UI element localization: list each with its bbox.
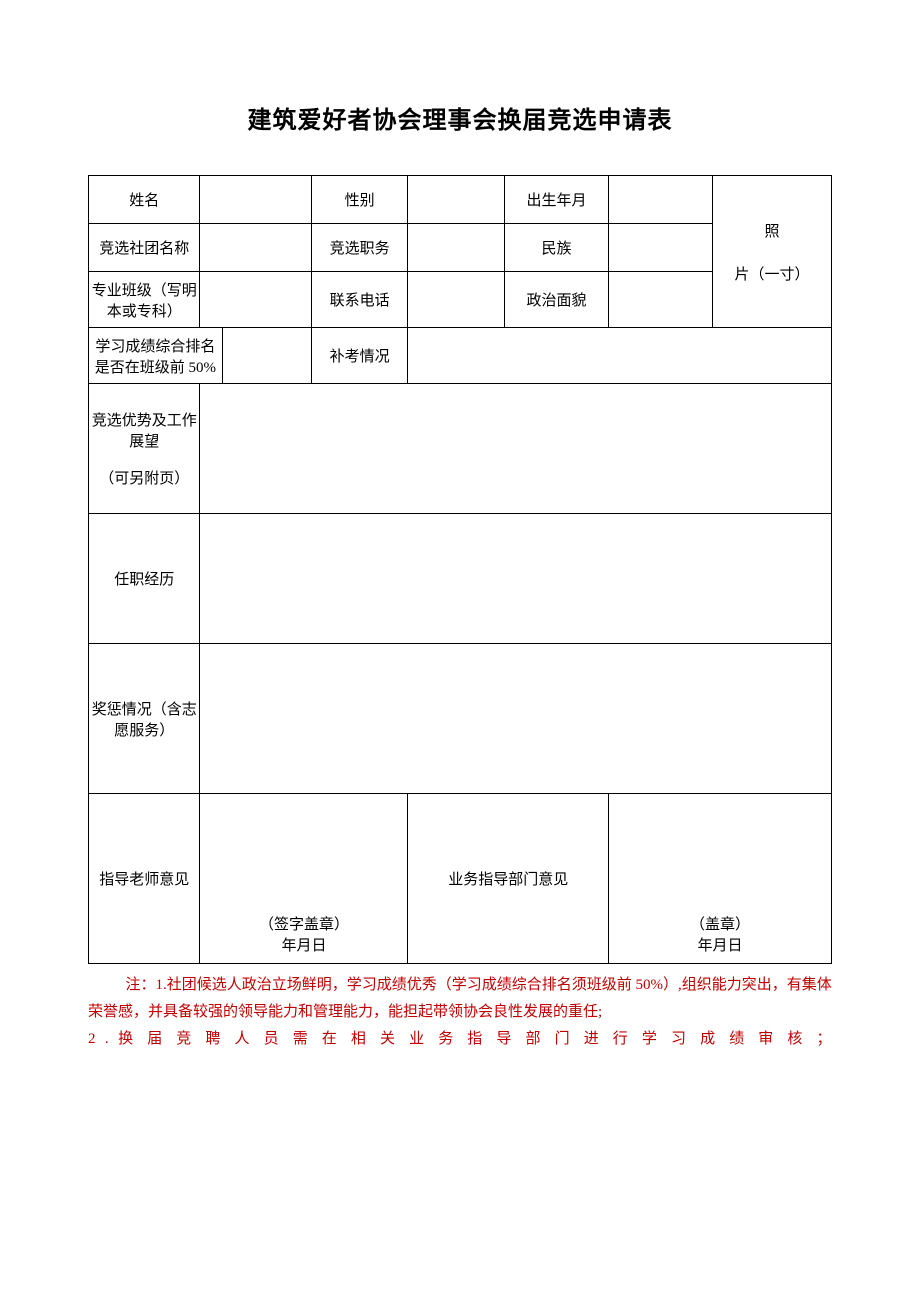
field-ethnic[interactable] [609,224,713,272]
field-dept-opinion[interactable]: （盖章） 年月日 [609,794,832,964]
sign-stamp-label: （签字盖章） [202,913,405,934]
field-teacher-opinion[interactable]: （签字盖章） 年月日 [200,794,408,964]
field-phone[interactable] [408,272,505,328]
field-reward[interactable] [200,644,832,794]
field-birth[interactable] [609,176,713,224]
photo-slot[interactable]: 照 片（一寸） [713,176,832,328]
label-reward: 奖惩情况（含志愿服务） [89,644,200,794]
label-club: 竞选社团名称 [89,224,200,272]
label-teacher-opinion: 指导老师意见 [89,794,200,964]
label-name: 姓名 [89,176,200,224]
stamp-label: （盖章） [611,913,829,934]
label-gender: 性别 [311,176,408,224]
field-rank[interactable] [222,328,311,384]
photo-label-line1: 照 [715,220,829,241]
advantage-line2: （可另附页） [91,467,197,488]
label-birth: 出生年月 [505,176,609,224]
label-political: 政治面貌 [505,272,609,328]
label-ethnic: 民族 [505,224,609,272]
notes-line2: 2 . 换 届 竞 聘 人 员 需 在 相 关 业 务 指 导 部 门 进 行 … [88,1026,832,1053]
field-class[interactable] [200,272,311,328]
field-position[interactable] [408,224,505,272]
field-gender[interactable] [408,176,505,224]
notes-line1: 注：1.社团候选人政治立场鲜明，学习成绩优秀（学习成绩综合排名须班级前 50%）… [88,972,832,1026]
page-title: 建筑爱好者协会理事会换届竞选申请表 [88,100,832,135]
date-label-2: 年月日 [611,934,829,955]
field-advantage[interactable] [200,384,832,514]
application-form-table: 姓名 性别 出生年月 照 片（一寸） 竞选社团名称 竞选职务 民族 专业班级（写… [88,175,832,964]
label-advantage: 竞选优势及工作展望 （可另附页） [89,384,200,514]
field-club[interactable] [200,224,311,272]
label-experience: 任职经历 [89,514,200,644]
field-retake[interactable] [408,328,832,384]
field-political[interactable] [609,272,713,328]
label-class: 专业班级（写明本或专科） [89,272,200,328]
advantage-line1: 竞选优势及工作展望 [91,409,197,451]
field-experience[interactable] [200,514,832,644]
label-retake: 补考情况 [311,328,408,384]
label-rank: 学习成绩综合排名是否在班级前 50% [89,328,223,384]
photo-label-line2: 片（一寸） [715,263,829,284]
label-phone: 联系电话 [311,272,408,328]
date-label-1: 年月日 [202,934,405,955]
label-dept-opinion: 业务指导部门意见 [408,794,609,964]
field-name[interactable] [200,176,311,224]
label-position: 竞选职务 [311,224,408,272]
notes-section: 注：1.社团候选人政治立场鲜明，学习成绩优秀（学习成绩综合排名须班级前 50%）… [88,972,832,1053]
